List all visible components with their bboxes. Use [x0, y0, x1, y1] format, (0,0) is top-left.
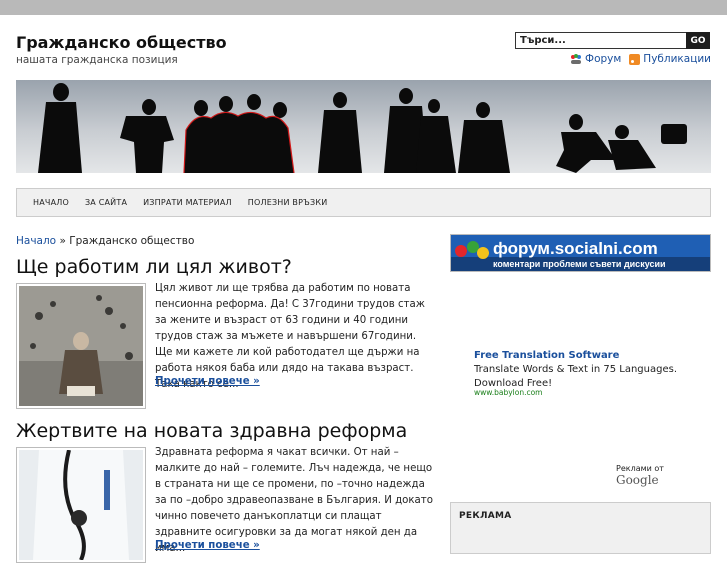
forum-link[interactable]: Форум [570, 53, 621, 65]
google-logo: Google [616, 473, 659, 487]
forum-banner-brand: форум.socialni.com [493, 239, 658, 258]
nav-links[interactable]: ПОЛЕЗНИ ВРЪЗКИ [240, 198, 336, 207]
ad-block: Free Translation Software Translate Word… [450, 271, 709, 487]
nav-submit[interactable]: ИЗПРАТИ МАТЕРИАЛ [135, 198, 240, 207]
breadcrumb-home-link[interactable]: Начало [16, 235, 56, 247]
top-bar [0, 0, 727, 15]
forum-banner[interactable]: форум.socialni.com коментари проблеми съ… [450, 234, 711, 272]
site-tagline: нашата гражданска позиция [16, 54, 178, 66]
post-title[interactable]: Ще работим ли цял живот? [16, 256, 292, 278]
rss-icon [629, 53, 641, 65]
post-thumbnail[interactable] [16, 283, 146, 409]
forum-banner-image: форум.socialni.com коментари проблеми съ… [451, 235, 710, 271]
ad-body: Translate Words & Text in 75 Languages. … [474, 364, 677, 389]
post-thumbnail-image [19, 449, 143, 561]
breadcrumb-current: Гражданско общество [69, 235, 195, 247]
forum-icon [571, 54, 582, 64]
ad-widget: РЕКЛАМА [450, 502, 711, 554]
nav-home[interactable]: НАЧАЛО [25, 198, 77, 207]
header-banner-image [16, 80, 711, 173]
breadcrumb-separator: » [59, 235, 66, 247]
main-nav: НАЧАЛО ЗА САЙТА ИЗПРАТИ МАТЕРИАЛ ПОЛЕЗНИ… [16, 188, 711, 217]
ads-by-label: Реклами от [616, 464, 664, 473]
post-thumbnail[interactable] [16, 447, 146, 563]
site-title[interactable]: Гражданско общество [16, 33, 227, 52]
ad-title-link[interactable]: Free Translation Software [474, 350, 619, 361]
read-more-link[interactable]: Прочети повече » [155, 540, 260, 551]
publications-link[interactable]: Публикации [629, 53, 711, 65]
nav-about[interactable]: ЗА САЙТА [77, 198, 135, 207]
top-links: Форум Публикации [570, 53, 711, 65]
post-thumbnail-image [19, 286, 143, 406]
breadcrumb: Начало » Гражданско общество [16, 235, 194, 247]
publications-link-label: Публикации [643, 53, 711, 65]
ads-by-google[interactable]: Реклами от Google [616, 464, 709, 487]
widget-title: РЕКЛАМА [459, 511, 512, 521]
forum-banner-tagline: коментари проблеми съвети дискусии [493, 259, 666, 269]
post-title[interactable]: Жертвите на новата здравна реформа [16, 420, 407, 442]
read-more-link[interactable]: Прочети повече » [155, 376, 260, 387]
forum-link-label: Форум [585, 53, 622, 65]
search-go-button[interactable]: GO [686, 32, 710, 49]
ad-url[interactable]: www.babylon.com [474, 388, 542, 397]
search-input[interactable] [515, 32, 691, 49]
